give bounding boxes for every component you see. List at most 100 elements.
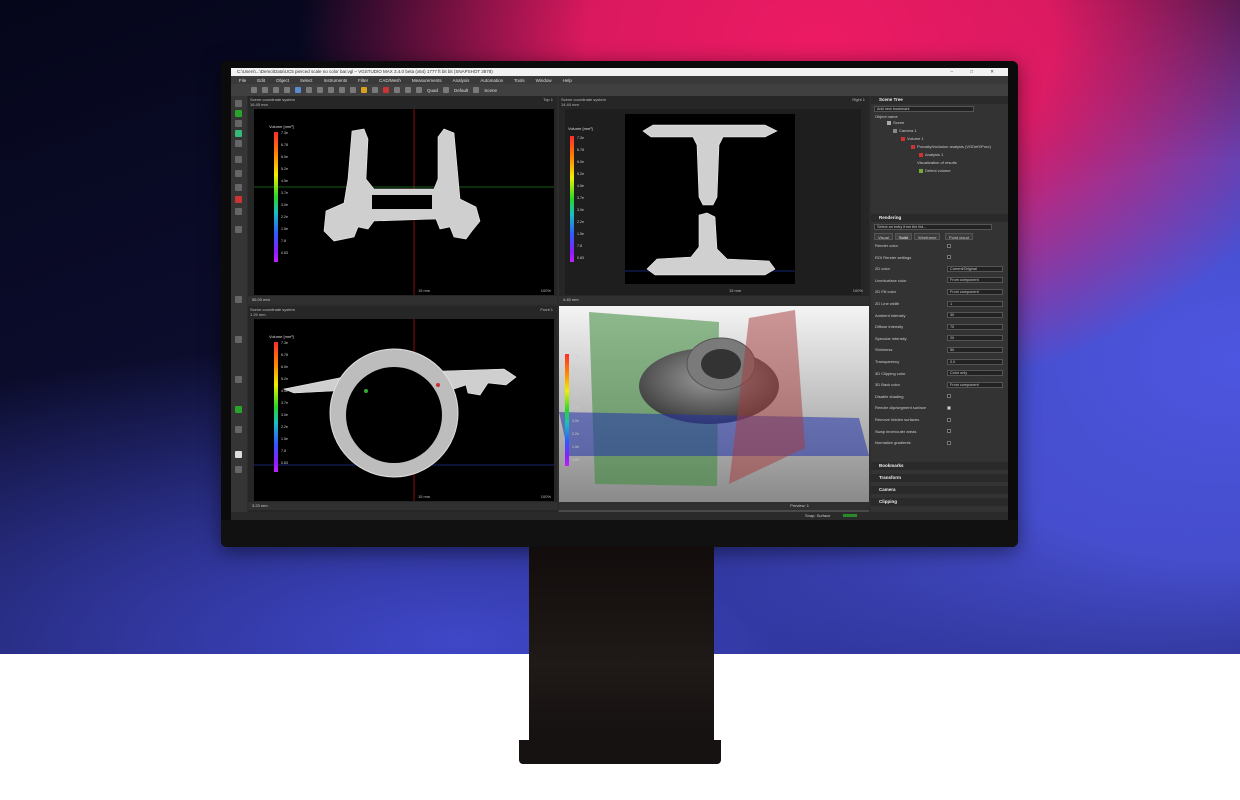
view-3d[interactable]: Volume [mm³] 7.3e 6.0e 5.2e 4.5e 3.7e 3.… [559, 306, 869, 512]
tree-item-visualization[interactable]: Visualization of results [917, 160, 957, 165]
menu-file[interactable]: File [239, 78, 246, 83]
view-front-canvas[interactable] [254, 319, 554, 501]
tool-icon[interactable] [473, 87, 480, 93]
record-icon[interactable] [383, 87, 389, 93]
tab-wireframe[interactable]: Wireframe [914, 233, 941, 240]
render-prop-number[interactable]: 1 [947, 300, 1003, 307]
save-icon[interactable] [262, 87, 268, 93]
tree-item-analysis[interactable]: Analysis 1 [925, 152, 943, 157]
zoom-icon[interactable] [317, 87, 323, 93]
preview-value[interactable]: 1 [807, 503, 809, 508]
view-icon[interactable] [443, 87, 450, 93]
view-right[interactable]: Scene coordinate system 14.40 mm Right 1… [559, 96, 869, 304]
render-prop-checkbox[interactable] [947, 405, 951, 410]
menu-automation[interactable]: Automation [480, 78, 503, 83]
select-icon[interactable] [295, 87, 301, 93]
view-right-name[interactable]: Right 1 [852, 97, 865, 102]
render-prop-select[interactable]: From component [947, 288, 1003, 295]
render-prop-number[interactable]: 70 [947, 323, 1003, 330]
measure-icon[interactable] [328, 87, 334, 93]
view-top-name[interactable]: Top 1 [543, 97, 553, 102]
render-prop-checkbox[interactable] [947, 429, 951, 434]
render-prop-number[interactable]: 0.0 [947, 358, 1003, 365]
render-prop-checkbox[interactable] [947, 440, 951, 445]
menu-object[interactable]: Object [276, 78, 289, 83]
scene-tree-column[interactable]: Object name [875, 114, 898, 119]
annotation-tool-icon[interactable] [235, 208, 242, 215]
ruler-tool-icon[interactable] [235, 170, 242, 177]
menu-edit[interactable]: Edit [257, 78, 265, 83]
view-front-name[interactable]: Front 1 [540, 307, 553, 312]
layout-icon[interactable] [416, 87, 422, 93]
grid-icon[interactable] [372, 87, 378, 93]
menu-help[interactable]: Help [563, 78, 572, 83]
rendering-header[interactable]: Rendering [871, 214, 1008, 222]
histogram2-icon[interactable] [350, 87, 356, 93]
angle-tool-icon[interactable] [235, 184, 242, 191]
tab-point-cloud[interactable]: Point cloud [945, 233, 973, 240]
move-tool-icon[interactable] [235, 426, 242, 433]
marker-tool-icon[interactable] [235, 196, 242, 203]
eraser-tool-icon[interactable] [235, 376, 242, 383]
menu-tools[interactable]: Tools [514, 78, 525, 83]
tree-item-scene[interactable]: Scene [893, 120, 904, 125]
open-icon[interactable] [251, 87, 257, 93]
brush-tool-icon[interactable] [235, 156, 242, 163]
view-front[interactable]: Scene coordinate system 1.29 mm Front 1 … [248, 306, 557, 512]
window-controls[interactable]: – □ ✕ [951, 68, 1003, 76]
view-top[interactable]: Scene coordinate system 16.45 mm Top 1 V… [248, 96, 557, 304]
menu-analysis[interactable]: Analysis [453, 78, 470, 83]
camera-select[interactable]: Default [454, 88, 468, 93]
white-tool-icon[interactable] [235, 451, 242, 458]
render-prop-checkbox[interactable] [947, 417, 951, 422]
crop-tool-icon[interactable] [235, 120, 242, 127]
render-prop-checkbox[interactable] [947, 394, 951, 399]
bookmark-input[interactable]: Add new bookmark [874, 106, 974, 112]
clip-tool-icon[interactable] [235, 336, 242, 343]
tree-item-volume[interactable]: Volume 1 [907, 136, 924, 141]
render-prop-number[interactable]: 20 [947, 335, 1003, 342]
tree-item-porosity-analysis[interactable]: Porosity/Inclusion analysis (VGDefXPoro) [917, 144, 991, 149]
fill-tool-icon[interactable] [235, 406, 242, 413]
menu-measurements[interactable]: Measurements [412, 78, 442, 83]
menu-window[interactable]: Window [536, 78, 552, 83]
lasso-tool-icon[interactable] [235, 140, 242, 147]
tree-item-camera[interactable]: Camera 1 [899, 128, 917, 133]
view-top-canvas[interactable] [254, 109, 554, 295]
slice-position[interactable]: 3.23 mm [252, 503, 268, 508]
view-mode-select[interactable]: Quad [427, 88, 438, 93]
pointer-tool-icon[interactable] [235, 100, 242, 107]
tab-solid[interactable]: Solid [895, 233, 912, 240]
layers-tool-icon[interactable] [235, 466, 242, 473]
section-transform[interactable]: Transform [871, 474, 1008, 482]
pen-tool-icon[interactable] [235, 110, 242, 117]
render-prop-select[interactable]: From component [947, 381, 1003, 388]
render-prop-select[interactable]: Color only [947, 370, 1003, 377]
section-clipping[interactable]: Clipping [871, 498, 1008, 506]
section-camera[interactable]: Camera [871, 486, 1008, 494]
slice-position[interactable]: 4.45 mm [563, 297, 579, 302]
histogram-icon[interactable] [339, 87, 345, 93]
light-icon[interactable] [361, 87, 367, 93]
region-tool-icon[interactable] [235, 130, 242, 137]
menu-instruments[interactable]: Instruments [324, 78, 348, 83]
pan-icon[interactable] [306, 87, 312, 93]
section-bookmarks[interactable]: Bookmarks [871, 462, 1008, 470]
menu-select[interactable]: Select [300, 78, 313, 83]
render-prop-checkbox[interactable] [947, 243, 951, 248]
render-prop-checkbox[interactable] [947, 255, 951, 260]
render-prop-select[interactable]: Current/Original [947, 265, 1003, 272]
render-prop-select[interactable]: From component [947, 277, 1003, 284]
slice-position[interactable]: 56.00 mm [252, 297, 270, 302]
scene-tree-header[interactable]: Scene Tree [871, 96, 1008, 104]
tab-visual[interactable]: Visual [874, 233, 893, 240]
rendering-entry-select[interactable]: Select an entry from the list... [874, 224, 992, 230]
render-icon[interactable] [405, 87, 411, 93]
plane-tool-icon[interactable] [235, 296, 242, 303]
menu-cad-mesh[interactable]: CAD/Mesh [379, 78, 401, 83]
scene-select[interactable]: Scene [484, 88, 497, 93]
view-right-canvas[interactable] [565, 109, 861, 295]
render-prop-number[interactable]: 30 [947, 312, 1003, 319]
redo-icon[interactable] [284, 87, 290, 93]
undo-icon[interactable] [273, 87, 279, 93]
